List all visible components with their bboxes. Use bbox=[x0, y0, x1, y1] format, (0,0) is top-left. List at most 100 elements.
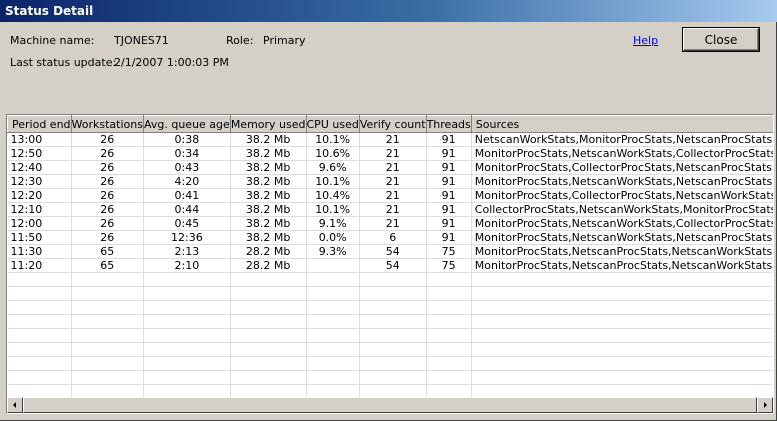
table-cell: 91 bbox=[426, 146, 472, 161]
table-cell: 12:36 bbox=[143, 230, 231, 245]
empty-cell bbox=[143, 286, 231, 301]
role-value: Primary bbox=[263, 34, 306, 47]
table-cell: 54 bbox=[359, 258, 427, 273]
empty-row bbox=[7, 328, 773, 343]
empty-cell bbox=[306, 384, 360, 397]
table-row[interactable]: 12:40 26 0:43 38.2 Mb 9.6% 21 91 MonitorProcSta… bbox=[7, 160, 773, 175]
header-row: Period end Workstations Avg. queue age M… bbox=[7, 115, 773, 133]
empty-cell bbox=[71, 356, 144, 371]
table-cell: 26 bbox=[71, 160, 144, 175]
left-arrow-icon bbox=[11, 399, 19, 412]
empty-cell bbox=[71, 286, 144, 301]
table-cell: 26 bbox=[71, 146, 144, 161]
table-cell: 0:45 bbox=[143, 216, 231, 231]
role-label: Role: bbox=[226, 34, 254, 47]
status-grid[interactable]: Period end Workstations Avg. queue age M… bbox=[6, 114, 774, 414]
table-cell: 0:41 bbox=[143, 188, 231, 203]
empty-cell bbox=[359, 370, 427, 385]
column-header-workstations[interactable]: Workstations bbox=[70, 115, 144, 133]
empty-cell bbox=[471, 328, 773, 343]
empty-cell bbox=[359, 384, 427, 397]
empty-cell bbox=[143, 342, 231, 357]
empty-row bbox=[7, 286, 773, 301]
table-cell: MonitorProcStats,NetscanWorkStats,Netsca… bbox=[471, 230, 773, 245]
empty-cell bbox=[230, 356, 307, 371]
empty-cell bbox=[230, 300, 307, 315]
empty-cell bbox=[306, 328, 360, 343]
title-bar[interactable]: Status Detail bbox=[0, 0, 777, 22]
column-header-period-end[interactable]: Period end bbox=[7, 115, 72, 133]
table-cell: 38.2 Mb bbox=[230, 174, 307, 189]
table-cell: 26 bbox=[71, 132, 144, 147]
table-cell: 12:20 bbox=[7, 188, 72, 203]
empty-cell bbox=[7, 370, 72, 385]
last-update-value: 2/1/2007 1:00:03 PM bbox=[114, 56, 229, 69]
empty-cell bbox=[306, 272, 360, 287]
empty-cell bbox=[306, 300, 360, 315]
table-row[interactable]: 12:30 26 4:20 38.2 Mb 10.1% 21 91 MonitorProcSt… bbox=[7, 174, 773, 189]
table-cell: 0:44 bbox=[143, 202, 231, 217]
table-row[interactable]: 13:00 26 0:38 38.2 Mb 10.1% 21 91 NetscanWorkSt… bbox=[7, 132, 773, 147]
table-cell: 91 bbox=[426, 188, 472, 203]
empty-cell bbox=[306, 356, 360, 371]
column-header-verify-count[interactable]: Verify count bbox=[358, 115, 427, 133]
table-cell: 2:10 bbox=[143, 258, 231, 273]
table-cell: 21 bbox=[359, 188, 427, 203]
table-cell: 26 bbox=[71, 216, 144, 231]
table-row[interactable]: 12:20 26 0:41 38.2 Mb 10.4% 21 91 MonitorProcSt… bbox=[7, 188, 773, 203]
column-header-threads[interactable]: Threads bbox=[425, 115, 472, 133]
empty-cell bbox=[71, 300, 144, 315]
empty-row bbox=[7, 342, 773, 357]
table-row[interactable]: 11:30 65 2:13 28.2 Mb 9.3% 54 75 MonitorProcSta… bbox=[7, 244, 773, 259]
table-cell: 0:38 bbox=[143, 132, 231, 147]
empty-cell bbox=[359, 342, 427, 357]
table-cell bbox=[306, 258, 360, 273]
empty-cell bbox=[230, 328, 307, 343]
empty-cell bbox=[143, 384, 231, 397]
close-button[interactable]: Close bbox=[683, 28, 759, 51]
empty-cell bbox=[7, 272, 72, 287]
empty-cell bbox=[426, 328, 472, 343]
table-cell: 38.2 Mb bbox=[230, 132, 307, 147]
table-cell: CollectorProcStats,NetscanWorkStats,Moni… bbox=[471, 202, 773, 217]
grid-viewport: Period end Workstations Avg. queue age M… bbox=[7, 115, 773, 397]
table-cell: 21 bbox=[359, 216, 427, 231]
horizontal-scrollbar[interactable] bbox=[7, 397, 773, 413]
empty-cell bbox=[71, 342, 144, 357]
table-cell: 10.1% bbox=[306, 202, 360, 217]
table-row[interactable]: 12:10 26 0:44 38.2 Mb 10.1% 21 91 CollectorProc… bbox=[7, 202, 773, 217]
column-header-cpu-used[interactable]: CPU used bbox=[305, 115, 360, 133]
table-row[interactable]: 12:50 26 0:34 38.2 Mb 10.6% 21 91 MonitorProcSt… bbox=[7, 146, 773, 161]
table-cell: 9.3% bbox=[306, 244, 360, 259]
empty-row bbox=[7, 272, 773, 287]
table-cell: 26 bbox=[71, 174, 144, 189]
table-cell: 28.2 Mb bbox=[230, 258, 307, 273]
empty-cell bbox=[143, 370, 231, 385]
right-arrow-icon bbox=[761, 399, 769, 412]
column-header-avg-queue-age[interactable]: Avg. queue age bbox=[142, 115, 231, 133]
table-body: 13:00 26 0:38 38.2 Mb 10.1% 21 91 NetscanWorkSt… bbox=[7, 132, 773, 397]
scroll-left-button[interactable] bbox=[7, 397, 23, 413]
column-header-memory-used[interactable]: Memory used bbox=[229, 115, 307, 133]
table-cell: 6 bbox=[359, 230, 427, 245]
empty-cell bbox=[471, 286, 773, 301]
empty-cell bbox=[359, 300, 427, 315]
machine-name-value: TJONES71 bbox=[114, 34, 169, 47]
empty-cell bbox=[426, 384, 472, 397]
empty-cell bbox=[143, 272, 231, 287]
table-cell: MonitorProcStats,CollectorProcStats,Nets… bbox=[471, 160, 773, 175]
table-cell: 91 bbox=[426, 216, 472, 231]
table-cell: 0:34 bbox=[143, 146, 231, 161]
table-row[interactable]: 12:00 26 0:45 38.2 Mb 9.1% 21 91 MonitorProcSta… bbox=[7, 216, 773, 231]
last-update-label: Last status update: bbox=[10, 56, 117, 69]
empty-cell bbox=[71, 314, 144, 329]
table-cell: 12:10 bbox=[7, 202, 72, 217]
table-row[interactable]: 11:20 65 2:10 28.2 Mb 54 75 MonitorProcStats,N… bbox=[7, 258, 773, 273]
help-link[interactable]: Help bbox=[633, 34, 658, 47]
empty-cell bbox=[359, 356, 427, 371]
column-header-sources[interactable]: Sources bbox=[470, 115, 773, 133]
scroll-right-button[interactable] bbox=[757, 397, 773, 413]
table-row[interactable]: 11:50 26 12:36 38.2 Mb 0.0% 6 91 MonitorProcSta… bbox=[7, 230, 773, 245]
scroll-thumb[interactable] bbox=[23, 397, 757, 413]
table-cell: 26 bbox=[71, 202, 144, 217]
